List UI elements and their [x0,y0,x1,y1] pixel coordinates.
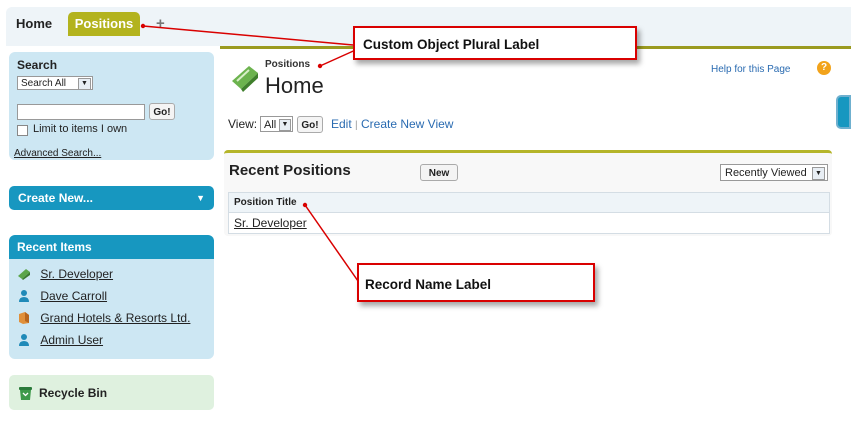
callout-plural-label: Custom Object Plural Label [353,26,637,60]
plural-arrow-tab [142,25,354,46]
record-arrow [304,204,359,282]
record-arrow-dot [302,202,308,208]
plural-arrow-kicker-dot [317,63,323,69]
plural-arrow-tab-dot [140,23,146,29]
callout-record-name-label: Record Name Label [357,263,595,302]
annotation-arrows [140,23,361,282]
